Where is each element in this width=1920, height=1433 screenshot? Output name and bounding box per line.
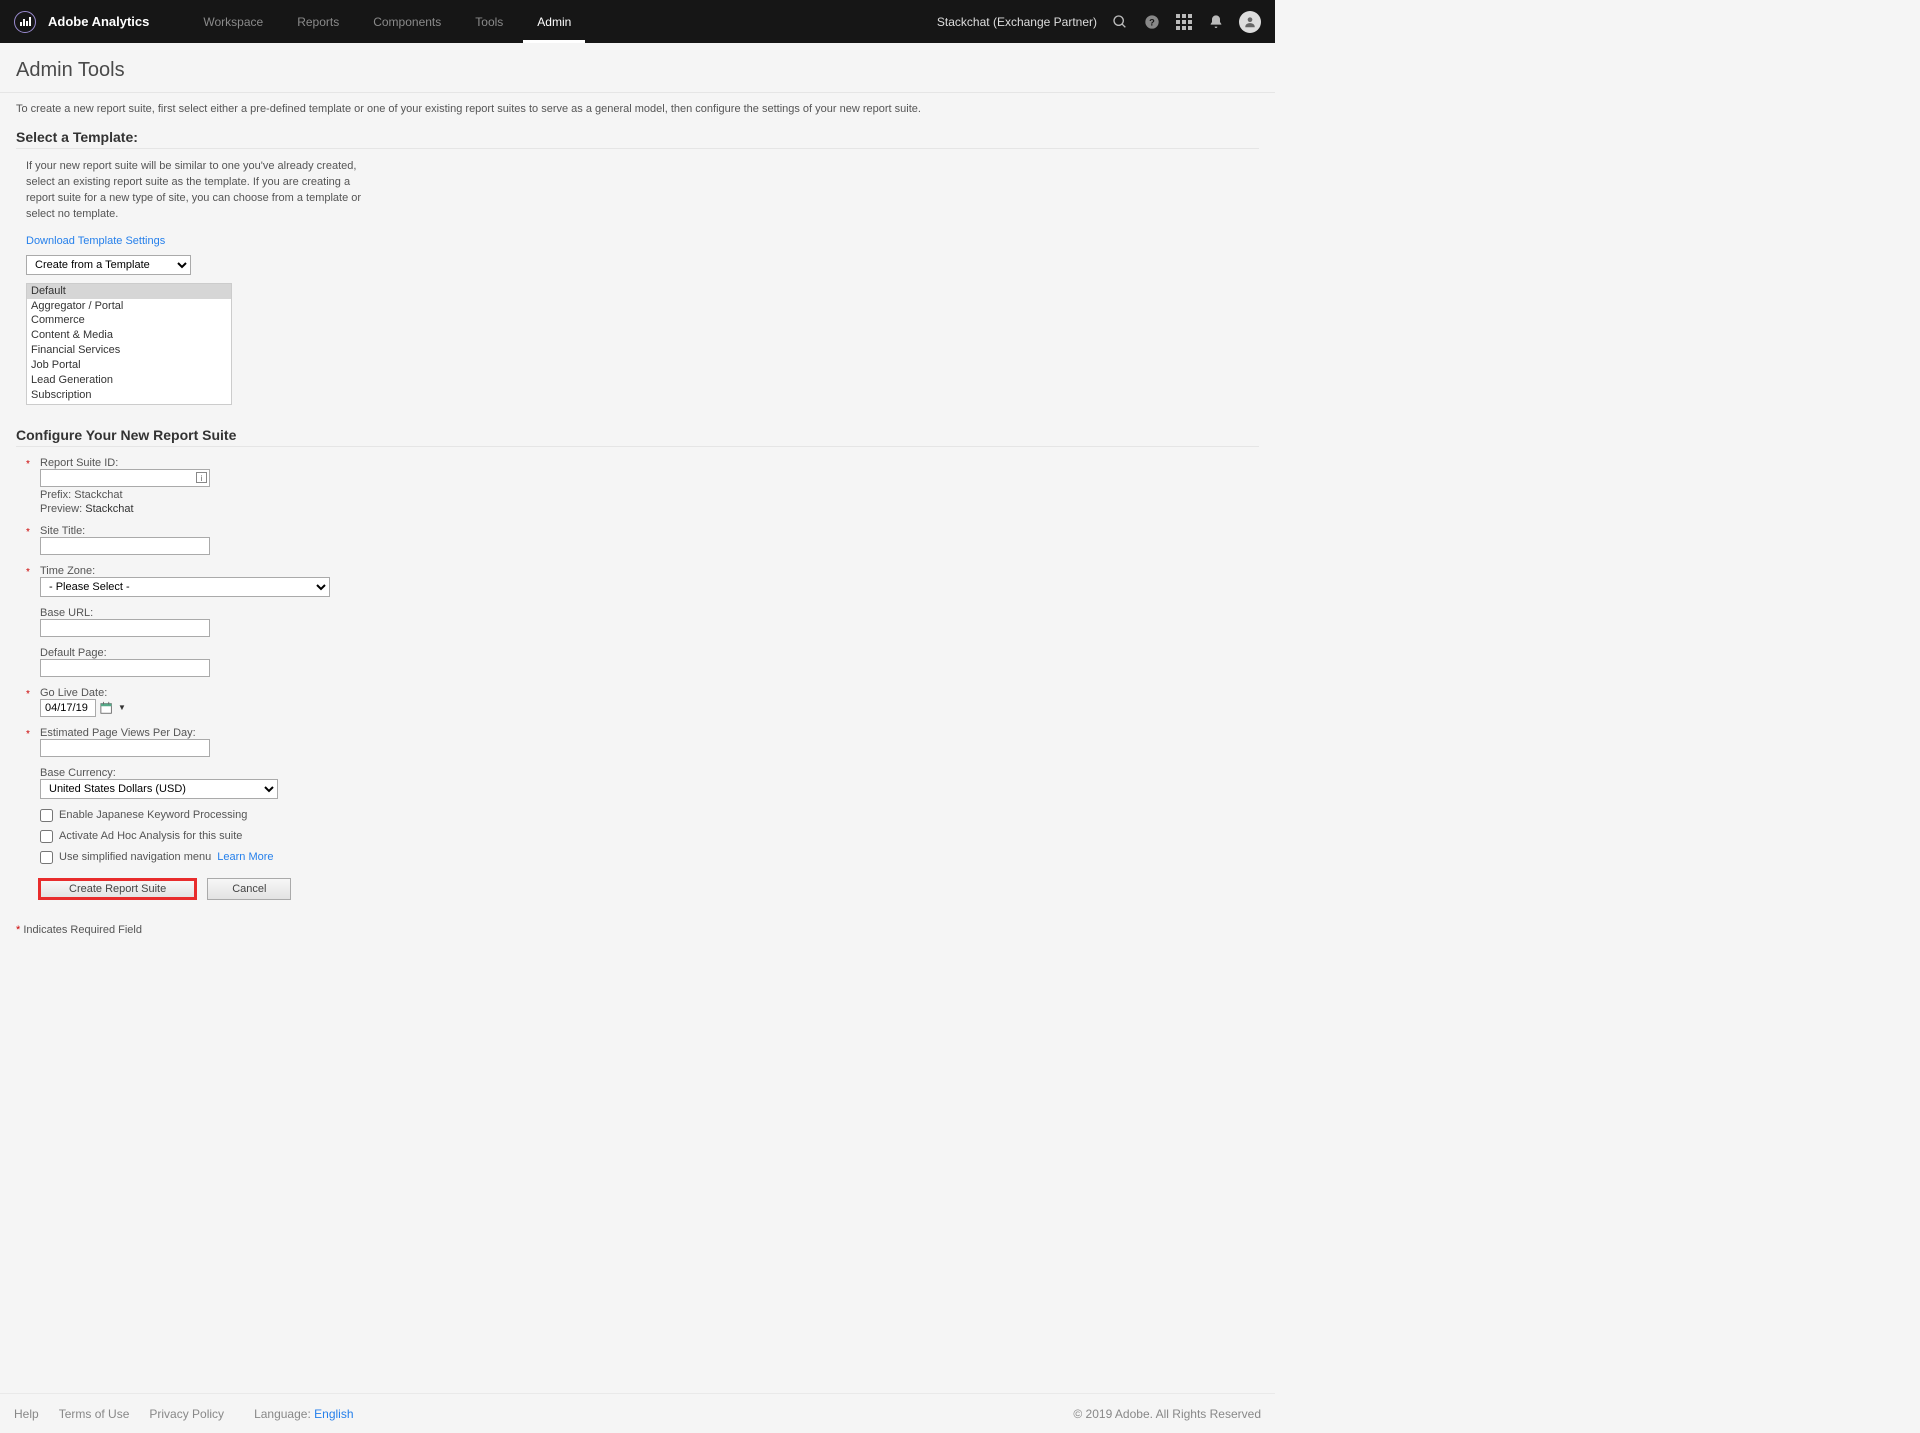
language-label: Language: English	[254, 1407, 353, 1421]
nav-workspace[interactable]: Workspace	[189, 0, 277, 43]
adhoc-checkbox[interactable]	[40, 830, 53, 843]
template-option[interactable]: Aggregator / Portal	[27, 299, 231, 314]
required-marker: *	[26, 727, 40, 757]
template-option[interactable]: Lead Generation	[27, 373, 231, 388]
nav-components[interactable]: Components	[359, 0, 455, 43]
japanese-checkbox[interactable]	[40, 809, 53, 822]
brand-name: Adobe Analytics	[48, 14, 149, 29]
avatar-icon[interactable]	[1239, 11, 1261, 33]
apps-icon[interactable]	[1175, 13, 1193, 31]
go-live-date-label: Go Live Date:	[40, 687, 1259, 699]
simplified-checkbox[interactable]	[40, 851, 53, 864]
time-zone-select[interactable]: - Please Select -	[40, 577, 330, 597]
template-section-header: Select a Template:	[16, 129, 1259, 149]
svg-text:?: ?	[1149, 17, 1155, 27]
site-title-input[interactable]	[40, 537, 210, 555]
base-url-input[interactable]	[40, 619, 210, 637]
page-views-input[interactable]	[40, 739, 210, 757]
footer: Help Terms of Use Privacy Policy Languag…	[0, 1393, 1275, 1433]
cancel-button[interactable]: Cancel	[207, 878, 291, 900]
help-icon[interactable]: ?	[1143, 13, 1161, 31]
nav-reports[interactable]: Reports	[283, 0, 353, 43]
info-icon[interactable]: i	[196, 472, 207, 483]
analytics-logo-icon	[14, 11, 36, 33]
page-title: Admin Tools	[16, 59, 1259, 82]
footer-terms-link[interactable]: Terms of Use	[59, 1407, 130, 1421]
preview-line: Preview: Stackchat	[40, 503, 1259, 515]
required-marker: *	[26, 525, 40, 555]
nav-admin[interactable]: Admin	[523, 0, 585, 43]
base-currency-label: Base Currency:	[40, 767, 1259, 779]
template-option[interactable]: Support Media	[27, 403, 231, 405]
template-option-default[interactable]: Default	[27, 284, 231, 299]
footer-help-link[interactable]: Help	[14, 1407, 39, 1421]
main-content: To create a new report suite, first sele…	[0, 93, 1275, 956]
template-listbox[interactable]: Default Aggregator / Portal Commerce Con…	[26, 283, 232, 405]
logo-area: Adobe Analytics	[14, 11, 149, 33]
language-select[interactable]: English	[314, 1407, 353, 1421]
required-marker: *	[26, 565, 40, 597]
report-suite-id-label: Report Suite ID:	[40, 457, 1259, 469]
template-option[interactable]: Content & Media	[27, 328, 231, 343]
japanese-label: Enable Japanese Keyword Processing	[59, 809, 247, 821]
template-mode-select[interactable]: Create from a Template	[26, 255, 191, 275]
base-currency-select[interactable]: United States Dollars (USD)	[40, 779, 278, 799]
prefix-line: Prefix: Stackchat	[40, 489, 1259, 501]
default-page-input[interactable]	[40, 659, 210, 677]
template-option[interactable]: Job Portal	[27, 358, 231, 373]
site-title-label: Site Title:	[40, 525, 1259, 537]
intro-text: To create a new report suite, first sele…	[16, 103, 1259, 115]
template-help-text: If your new report suite will be similar…	[26, 159, 366, 223]
base-url-label: Base URL:	[40, 607, 1259, 619]
required-marker: *	[26, 457, 40, 515]
required-note: * Indicates Required Field	[16, 924, 1259, 936]
download-template-link[interactable]: Download Template Settings	[26, 235, 165, 247]
partner-label: Stackchat (Exchange Partner)	[937, 15, 1097, 29]
template-option[interactable]: Financial Services	[27, 343, 231, 358]
copyright: © 2019 Adobe. All Rights Reserved	[1073, 1407, 1261, 1421]
title-bar: Admin Tools	[0, 43, 1275, 92]
chevron-down-icon[interactable]: ▼	[118, 703, 126, 712]
learn-more-link[interactable]: Learn More	[217, 851, 273, 863]
adhoc-label: Activate Ad Hoc Analysis for this suite	[59, 830, 242, 842]
configure-section-header: Configure Your New Report Suite	[16, 427, 1259, 447]
create-report-suite-button[interactable]: Create Report Suite	[38, 878, 197, 900]
header-right: Stackchat (Exchange Partner) ?	[937, 11, 1261, 33]
nav-tools[interactable]: Tools	[461, 0, 517, 43]
required-marker: *	[26, 687, 40, 717]
go-live-date-input[interactable]	[40, 699, 96, 717]
template-option[interactable]: Subscription	[27, 388, 231, 403]
calendar-icon[interactable]	[100, 701, 114, 715]
default-page-label: Default Page:	[40, 647, 1259, 659]
search-icon[interactable]	[1111, 13, 1129, 31]
simplified-label: Use simplified navigation menu	[59, 851, 211, 863]
main-nav: Workspace Reports Components Tools Admin	[189, 0, 585, 43]
bell-icon[interactable]	[1207, 13, 1225, 31]
page-views-label: Estimated Page Views Per Day:	[40, 727, 1259, 739]
time-zone-label: Time Zone:	[40, 565, 1259, 577]
top-header: Adobe Analytics Workspace Reports Compon…	[0, 0, 1275, 43]
report-suite-id-input[interactable]	[40, 469, 210, 487]
template-option[interactable]: Commerce	[27, 313, 231, 328]
footer-privacy-link[interactable]: Privacy Policy	[149, 1407, 224, 1421]
